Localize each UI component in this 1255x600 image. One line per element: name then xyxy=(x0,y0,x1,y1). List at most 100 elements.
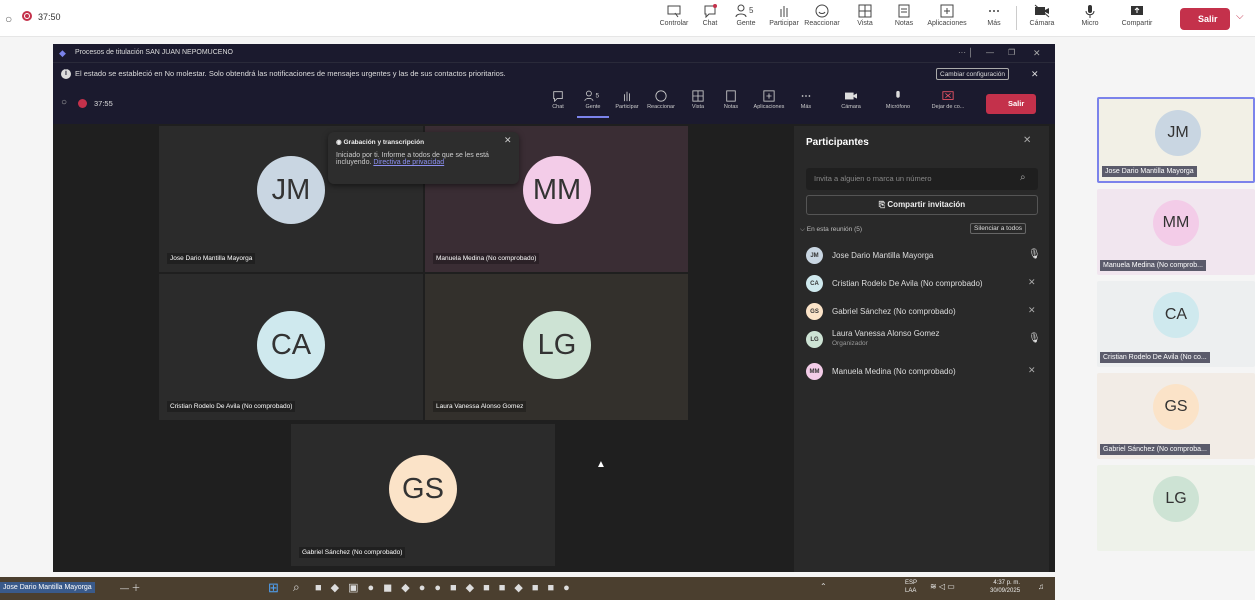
participant-name: Laura Vanessa Alonso Gomez xyxy=(433,401,527,412)
mic-button[interactable]: Micro xyxy=(1068,4,1112,34)
panel-title: Participantes xyxy=(806,137,869,148)
participant-row[interactable]: JM Jose Dario Mantilla Mayorga 🎙 xyxy=(806,244,1041,268)
participant-name: Gabriel Sánchez (No comproba... xyxy=(1100,444,1210,455)
info-icon: i xyxy=(61,69,71,79)
react-button[interactable]: Reaccionar xyxy=(800,4,844,34)
mute-all-button[interactable]: Silenciar a todos xyxy=(970,223,1027,234)
avatar: LG xyxy=(806,331,823,348)
mouse-cursor-icon: ▲ xyxy=(596,459,606,470)
more-button[interactable]: Más xyxy=(790,88,822,118)
search-icon[interactable]: ⌕ xyxy=(293,580,300,595)
chat-button[interactable]: Chat xyxy=(542,88,574,118)
participant-name: Cristian Rodelo De Avila (No comprobado) xyxy=(167,401,296,412)
tray-chevron-icon[interactable]: ⌃ xyxy=(820,582,827,591)
dnd-notice-bar: i El estado se estableció en No molestar… xyxy=(53,62,1055,84)
participant-row[interactable]: LG Laura Vanessa Alonso Gomez Organizado… xyxy=(806,328,1041,356)
mic-button[interactable]: Micrófono xyxy=(878,88,918,118)
video-tile[interactable]: LG Laura Vanessa Alonso Gomez xyxy=(425,274,688,420)
notes-button[interactable]: Notas xyxy=(882,4,926,34)
divider xyxy=(1016,6,1017,30)
participant-row[interactable]: GS Gabriel Sánchez (No comprobado) ✕ xyxy=(806,300,1041,324)
more-button[interactable]: Más xyxy=(972,4,1016,34)
notification-icon[interactable]: ♫ xyxy=(1038,582,1044,591)
avatar: LG xyxy=(523,311,591,379)
avatar: MM xyxy=(806,363,823,380)
people-button[interactable]: 5 Gente xyxy=(577,88,609,118)
teams-logo-icon: ◆ xyxy=(59,48,66,58)
mic-icon: 🎙 xyxy=(1028,333,1041,344)
section-header[interactable]: ⌵ En esta reunión (5) xyxy=(800,226,862,234)
participant-row[interactable]: CA Cristian Rodelo De Avila (No comproba… xyxy=(806,272,1041,296)
presenter-label: Jose Dario Mantilla Mayorga xyxy=(0,582,95,593)
avatar: MM xyxy=(1153,200,1199,246)
camera-button[interactable]: Cámara xyxy=(831,88,871,118)
invite-input[interactable]: Invita a alguien o marca un número ⌕ xyxy=(806,168,1038,190)
rail-tile[interactable]: MM Manuela Medina (No comprob... xyxy=(1097,189,1255,275)
popup-title: ◉ Grabación y transcripción xyxy=(336,139,425,146)
close-icon[interactable]: ✕ xyxy=(1031,63,1039,85)
avatar: CA xyxy=(806,275,823,292)
restore-icon[interactable]: ❐ xyxy=(1008,44,1015,62)
change-settings-button[interactable]: Cambiar configuración xyxy=(936,68,1010,80)
avatar: CA xyxy=(257,311,325,379)
participant-name: Manuela Medina (No comprobado) xyxy=(433,253,540,264)
avatar: JM xyxy=(1155,110,1201,156)
video-tile[interactable]: CA Cristian Rodelo De Avila (No comproba… xyxy=(159,274,423,420)
rail-tile[interactable]: LG xyxy=(1097,465,1255,551)
rail-tile[interactable]: JM Jose Dario Mantilla Mayorga xyxy=(1097,97,1255,183)
status-circle-icon: ○ xyxy=(5,12,13,26)
taskbar-app-icons[interactable]: ■◆▣●◼◆●●■◆■■◆■■● xyxy=(315,581,579,594)
close-icon[interactable]: ✕ xyxy=(1023,135,1031,146)
stop-sharing-button[interactable]: Dejar de co... xyxy=(926,88,970,118)
wifi-icon[interactable]: ≋ ◁ ▭ xyxy=(930,582,955,591)
chevron-down-icon[interactable]: ⌵ xyxy=(1236,11,1244,22)
mic-off-icon: ✕ xyxy=(1028,365,1036,375)
window-title-bar: ◆ Procesos de titulación SAN JUAN NEPOMU… xyxy=(53,44,1055,62)
mic-off-icon: ✕ xyxy=(1028,277,1036,287)
record-icon xyxy=(22,11,32,21)
close-icon[interactable]: ✕ xyxy=(504,135,512,146)
minimize-icon[interactable]: — ＋ xyxy=(120,581,141,594)
react-button[interactable]: Reaccionar xyxy=(645,88,677,118)
notes-button[interactable]: Notas xyxy=(715,88,747,118)
role-label: Organizador xyxy=(832,340,868,347)
leave-button[interactable]: Salir xyxy=(986,94,1036,114)
mic-off-icon: ✕ xyxy=(1028,305,1036,315)
avatar: GS xyxy=(806,303,823,320)
mic-icon: 🎙 xyxy=(1028,249,1041,260)
avatar: GS xyxy=(1153,384,1199,430)
avatar: MM xyxy=(523,156,591,224)
apps-button[interactable]: Aplicaciones xyxy=(922,4,972,34)
top-bar: ○ 37:50 Controlar Chat 5 Gente Participar… xyxy=(0,0,1255,37)
share-invite-button[interactable]: ⎘ Compartir invitación xyxy=(806,195,1038,215)
avatar: JM xyxy=(806,247,823,264)
share-button[interactable]: Compartir xyxy=(1112,4,1162,34)
rail-tile[interactable]: CA Cristian Rodelo De Avila (No co... xyxy=(1097,281,1255,367)
minimize-icon[interactable]: — xyxy=(986,44,994,62)
view-button[interactable]: Vista xyxy=(682,88,714,118)
rail-tile[interactable]: GS Gabriel Sánchez (No comproba... xyxy=(1097,373,1255,459)
leave-button[interactable]: Salir xyxy=(1180,8,1230,30)
record-icon xyxy=(78,99,87,108)
language-indicator[interactable]: ESP LAA xyxy=(905,579,917,595)
svg-text:5: 5 xyxy=(595,93,599,100)
clock[interactable]: 4:37 p. m. 30/09/2025 xyxy=(990,579,1020,595)
avatar: CA xyxy=(1153,292,1199,338)
close-icon[interactable]: ✕ xyxy=(1033,44,1041,62)
video-tile[interactable]: GS Gabriel Sánchez (No comprobado) xyxy=(291,424,555,566)
privacy-link[interactable]: Directiva de privacidad xyxy=(373,159,444,166)
apps-button[interactable]: Aplicaciones xyxy=(749,88,789,118)
participant-name: Jose Dario Mantilla Mayorga xyxy=(1102,166,1197,177)
participant-row[interactable]: MM Manuela Medina (No comprobado) ✕ xyxy=(806,360,1041,384)
meeting-toolbar: ○ 37:55 Chat 5 Gente Participar Reacciona… xyxy=(53,84,1055,124)
more-icon[interactable]: ··· │ xyxy=(958,44,973,62)
shared-window: ◆ Procesos de titulación SAN JUAN NEPOMU… xyxy=(53,44,1055,572)
camera-button[interactable]: Cámara xyxy=(1020,4,1064,34)
avatar: JM xyxy=(257,156,325,224)
search-icon: ⌕ xyxy=(1020,172,1026,183)
view-button[interactable]: Vista xyxy=(843,4,887,34)
participant-name: Cristian Rodelo De Avila (No co... xyxy=(1100,352,1210,363)
raise-hand-button[interactable]: Participar xyxy=(611,88,643,118)
windows-start-icon[interactable]: ⊞ xyxy=(268,580,279,596)
avatar: GS xyxy=(389,455,457,523)
